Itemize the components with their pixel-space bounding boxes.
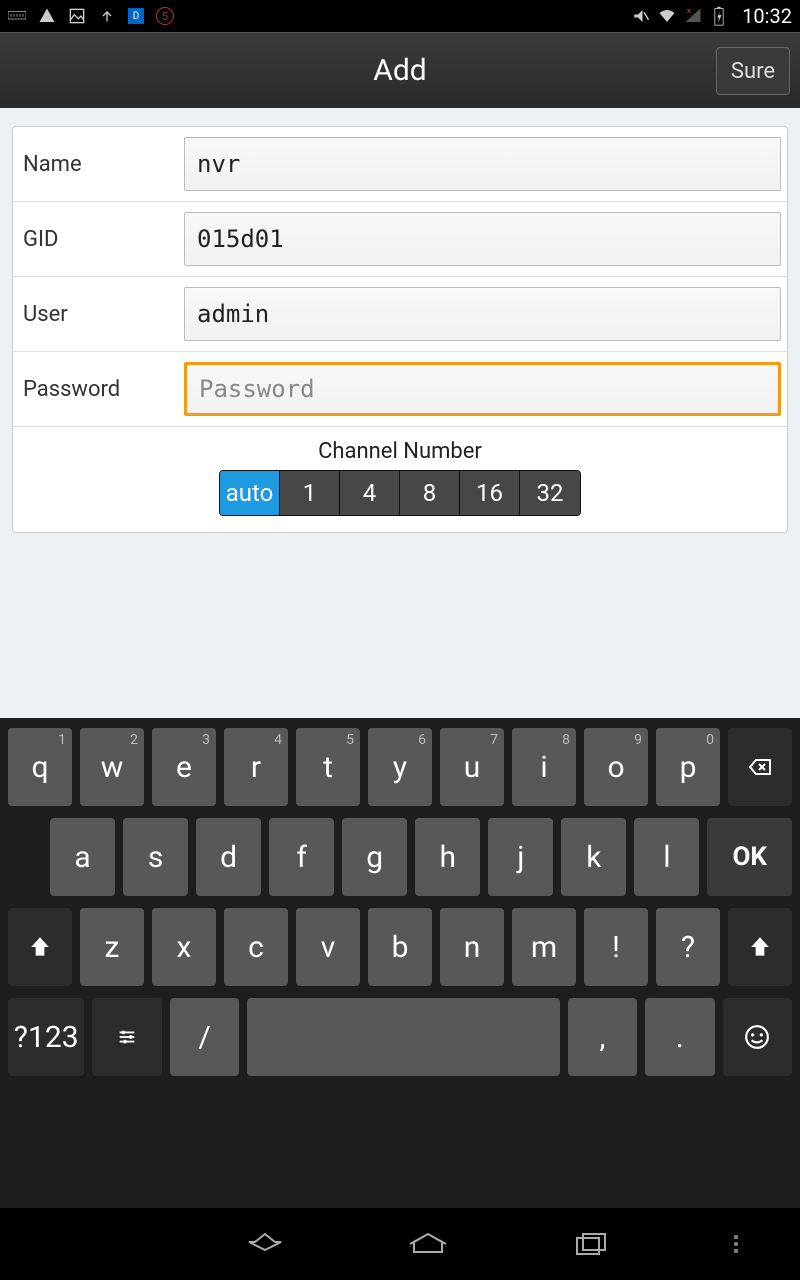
keyboard-status-icon bbox=[8, 7, 26, 25]
name-label: Name bbox=[19, 152, 184, 177]
key-l[interactable]: l bbox=[634, 818, 699, 896]
key-question[interactable]: ? bbox=[656, 908, 720, 986]
key-o[interactable]: 9o bbox=[584, 728, 648, 806]
upload-icon bbox=[98, 7, 116, 25]
row-user: User bbox=[13, 277, 787, 352]
channel-option-16[interactable]: 16 bbox=[460, 471, 520, 515]
row-password: Password bbox=[13, 352, 787, 427]
emoji-key[interactable] bbox=[723, 998, 792, 1076]
key-r[interactable]: 4r bbox=[224, 728, 288, 806]
form-card: Name GID User Password Channel Number au… bbox=[12, 126, 788, 533]
key-t[interactable]: 5t bbox=[296, 728, 360, 806]
channel-label: Channel Number bbox=[13, 439, 787, 464]
comma-key[interactable]: , bbox=[568, 998, 637, 1076]
slash-key[interactable]: / bbox=[170, 998, 239, 1076]
channel-option-auto[interactable]: auto bbox=[220, 471, 280, 515]
key-v[interactable]: v bbox=[296, 908, 360, 986]
password-input[interactable] bbox=[184, 362, 781, 416]
channel-option-8[interactable]: 8 bbox=[400, 471, 460, 515]
user-label: User bbox=[19, 302, 184, 327]
wifi-icon bbox=[658, 7, 676, 25]
password-label: Password bbox=[19, 377, 184, 402]
signal-icon: x bbox=[684, 7, 702, 25]
backspace-key[interactable] bbox=[728, 728, 792, 806]
notification-count-icon: 5 bbox=[156, 7, 174, 25]
period-key[interactable]: . bbox=[645, 998, 714, 1076]
key-m[interactable]: m bbox=[512, 908, 576, 986]
key-a[interactable]: a bbox=[50, 818, 115, 896]
channel-option-32[interactable]: 32 bbox=[520, 471, 580, 515]
key-w[interactable]: 2w bbox=[80, 728, 144, 806]
form-area: Name GID User Password Channel Number au… bbox=[0, 108, 800, 718]
space-key[interactable] bbox=[247, 998, 559, 1076]
recent-nav-icon[interactable] bbox=[571, 1224, 611, 1264]
key-z[interactable]: z bbox=[80, 908, 144, 986]
key-exclaim[interactable]: ! bbox=[584, 908, 648, 986]
channel-section: Channel Number auto1481632 bbox=[13, 427, 787, 532]
status-bar: D 5 x 10:32 bbox=[0, 0, 800, 32]
key-f[interactable]: f bbox=[269, 818, 334, 896]
channel-option-4[interactable]: 4 bbox=[340, 471, 400, 515]
warning-icon bbox=[38, 7, 56, 25]
row-gid: GID bbox=[13, 202, 787, 277]
battery-charging-icon bbox=[710, 7, 728, 25]
key-x[interactable]: x bbox=[152, 908, 216, 986]
svg-text:x: x bbox=[687, 7, 691, 15]
app-header: Add Sure bbox=[0, 32, 800, 108]
key-p[interactable]: 0p bbox=[656, 728, 720, 806]
gid-input[interactable] bbox=[184, 212, 781, 266]
key-e[interactable]: 3e bbox=[152, 728, 216, 806]
home-nav-icon[interactable] bbox=[408, 1224, 448, 1264]
system-nav-bar bbox=[0, 1208, 800, 1280]
key-u[interactable]: 7u bbox=[440, 728, 504, 806]
key-n[interactable]: n bbox=[440, 908, 504, 986]
name-input[interactable] bbox=[184, 137, 781, 191]
key-h[interactable]: h bbox=[415, 818, 480, 896]
ok-key[interactable]: OK bbox=[707, 818, 792, 896]
settings-key[interactable] bbox=[92, 998, 161, 1076]
image-icon bbox=[68, 7, 86, 25]
app-badge-icon: D bbox=[128, 8, 144, 24]
sure-button[interactable]: Sure bbox=[716, 47, 790, 95]
symbols-key[interactable]: ?123 bbox=[8, 998, 84, 1076]
key-d[interactable]: d bbox=[196, 818, 261, 896]
back-nav-icon[interactable] bbox=[245, 1224, 285, 1264]
key-c[interactable]: c bbox=[224, 908, 288, 986]
shift-left-key[interactable] bbox=[8, 908, 72, 986]
channel-option-1[interactable]: 1 bbox=[280, 471, 340, 515]
key-b[interactable]: b bbox=[368, 908, 432, 986]
shift-right-key[interactable] bbox=[728, 908, 792, 986]
row-name: Name bbox=[13, 127, 787, 202]
soft-keyboard: 1q2w3e4r5t6y7u8i9o0p asdfghjklOK zxcvbnm… bbox=[0, 718, 800, 1208]
key-k[interactable]: k bbox=[561, 818, 626, 896]
channel-segmented: auto1481632 bbox=[219, 470, 581, 516]
key-i[interactable]: 8i bbox=[512, 728, 576, 806]
gid-label: GID bbox=[19, 227, 184, 252]
key-g[interactable]: g bbox=[342, 818, 407, 896]
key-y[interactable]: 6y bbox=[368, 728, 432, 806]
status-time: 10:32 bbox=[742, 4, 792, 28]
key-s[interactable]: s bbox=[123, 818, 188, 896]
mute-icon bbox=[632, 7, 650, 25]
user-input[interactable] bbox=[184, 287, 781, 341]
key-j[interactable]: j bbox=[488, 818, 553, 896]
page-title: Add bbox=[373, 53, 426, 88]
key-q[interactable]: 1q bbox=[8, 728, 72, 806]
more-nav-icon[interactable] bbox=[734, 1235, 738, 1253]
